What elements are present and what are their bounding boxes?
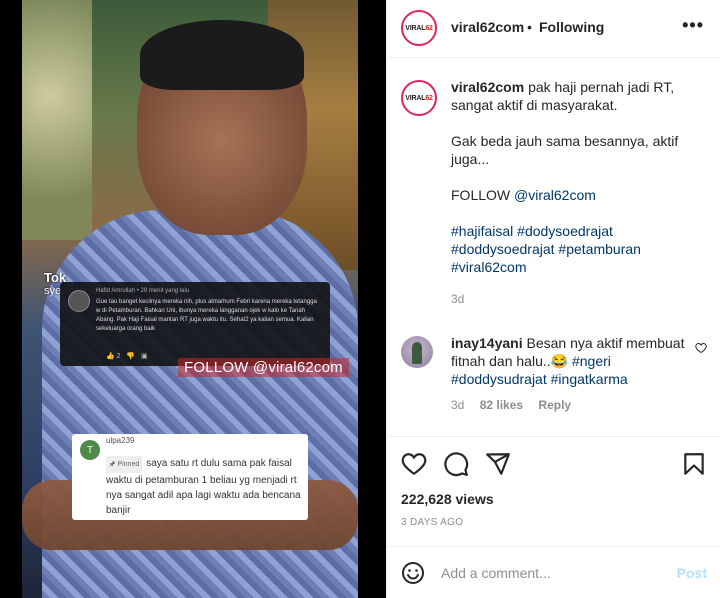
logo-accent: 62 [425,94,433,102]
comment-heart-icon[interactable] [695,342,707,357]
pin-icon: 🖈 [109,461,116,468]
hashtag-link[interactable]: #petamburan [558,241,641,257]
pinned-badge: 🖈 Pinned [106,456,143,473]
comment-text: inay14yani Besan nya aktif membuat fitna… [451,334,711,388]
header-username[interactable]: viral62com [451,19,524,35]
comment-input[interactable] [441,559,661,587]
thumbs-up-icon: 👍 [106,353,115,360]
caption-follow: FOLLOW @viral62com [451,186,711,204]
bookmark-icon[interactable] [681,451,707,477]
background-lamp [22,0,92,240]
follow-prefix: FOLLOW [451,187,515,203]
avatar[interactable]: VIRAL62 [401,80,437,116]
logo-text: VIRAL62 [405,94,433,102]
comment-likes[interactable]: 82 likes [480,398,523,412]
hashtag-link[interactable]: #ingatkarma [551,371,628,387]
follow-watermark: FOLLOW @viral62com [178,358,349,377]
avatar: T [80,440,100,460]
mention-link[interactable]: @viral62com [514,187,596,203]
avatar[interactable]: VIRAL62 [401,10,437,46]
overlay-comment-actions: 👍 2 👎 ▣ [106,352,148,360]
post-button[interactable]: Post [677,565,707,581]
post-timestamp: 3 DAYS AGO [401,517,464,528]
hashtag-link[interactable]: #hajifaisal [451,223,513,239]
separator-dot: • [527,19,532,35]
reply-icon: ▣ [140,353,148,360]
logo-main: VIRAL [405,24,426,32]
overlay-dark-comment: Hafid Amrullah • 29 menit yang lalu Gue … [60,282,330,366]
caption-line2: Gak beda jauh sama besannya, aktif juga.… [451,133,679,167]
comment-time: 3d [451,398,465,412]
logo-text: VIRAL62 [405,24,433,32]
caption-paragraph: viral62com pak haji pernah jadi RT, sang… [451,78,711,114]
overlay-comment-time: 29 menit yang lalu [140,288,190,294]
emoji-icon[interactable] [401,561,425,585]
avatar-figure [412,342,422,364]
post-media[interactable]: Tok syeuxdenetizen Hafid Amrullah • 29 m… [0,0,386,598]
comment-username[interactable]: inay14yani [451,335,523,351]
hashtag-link[interactable]: #viral62com [451,259,526,275]
overlay-comment-body: 🖈 Pinned saya satu rt dulu sama pak faisa… [106,456,302,518]
more-options-icon[interactable]: ••• [682,15,704,36]
caption: VIRAL62 viral62com pak haji pernah jadi … [401,78,711,326]
comment-item: inay14yani Besan nya aktif membuat fitna… [401,334,711,412]
overlay-comment-meta: Hafid Amrullah • 29 menit yang lalu [96,288,190,294]
hashtag-link[interactable]: #ngeri [572,353,611,369]
overlay-comment-text: Gue tau banget kecilnya mereka nih, plus… [96,299,317,332]
hashtag-link[interactable]: #dodysoedrajat [517,223,613,239]
add-comment-bar: Post [387,546,720,598]
avatar[interactable] [401,336,433,368]
hashtag-link[interactable]: #doddysoedrajat [451,241,555,257]
action-bar: 222,628 views 3 DAYS AGO [387,436,720,546]
post-panel: VIRAL62 viral62com • Following ••• VIRAL… [386,0,720,598]
thumbs-down-icon: 👎 [126,353,136,360]
overlay-white-comment: T ulpa239 🖈 Pinned saya satu rt dulu sama… [72,434,308,520]
caption-text: viral62com pak haji pernah jadi RT, sang… [451,78,711,308]
overlay-comment-user: ulpa239 [106,436,135,445]
share-icon[interactable] [485,451,511,477]
caption-hashtags: #hajifaisal #dodysoedrajat #doddysoedraj… [451,222,711,276]
logo-accent: 62 [425,24,433,32]
comment-icon[interactable] [443,451,469,477]
reply-button[interactable]: Reply [538,398,571,412]
following-button[interactable]: Following [539,19,604,35]
person-hair [140,20,304,90]
overlay-comment-likes: 2 [116,353,121,360]
caption-time: 3d [451,292,465,306]
action-icons [401,451,707,477]
overlay-comment-user: Hafid Amrullah [96,288,136,294]
post-header: VIRAL62 viral62com • Following ••• [387,0,720,58]
logo-main: VIRAL [405,94,426,102]
comments-area[interactable]: VIRAL62 viral62com pak haji pernah jadi … [387,58,720,436]
caption-username[interactable]: viral62com [451,79,524,95]
views-count[interactable]: 222,628 views [401,491,494,507]
pinned-label: Pinned [117,461,140,468]
hashtag-link[interactable]: #doddysudrajat [451,371,547,387]
comment-actions: 3d 82 likes Reply [451,398,711,412]
laughing-emoji-icon: 😂 [550,353,569,369]
heart-icon[interactable] [401,451,427,477]
avatar [68,290,90,312]
